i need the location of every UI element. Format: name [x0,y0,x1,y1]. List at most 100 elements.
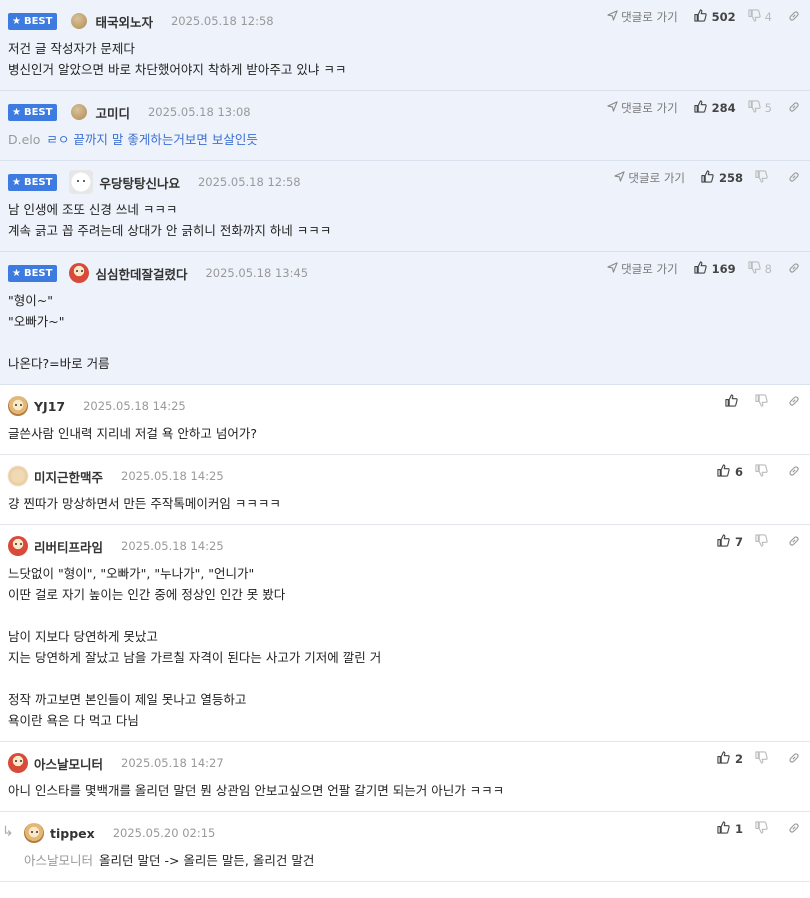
nickname[interactable]: YJ17 [34,399,65,414]
share-link-button[interactable] [788,752,800,767]
comment-actions: 7 [717,534,800,550]
avatar[interactable] [24,823,44,843]
downvote-button[interactable]: 4 [748,9,772,25]
best-comment: ★ BEST 심심한데잘걸렸다 2025.05.18 13:45 댓글로 가기 169 8 "… [0,252,810,385]
comment-body: 아스날모니터 올리던 말던 -> 올리든 말든, 올리건 말건 [24,844,802,881]
thumbs-down-icon [748,261,765,277]
downvote-count: 4 [764,10,772,24]
upvote-button[interactable] [725,394,743,410]
thumbs-down-icon [755,464,772,480]
mention[interactable]: 아스날모니터 [24,853,93,868]
upvote-button[interactable]: 169 [694,261,736,277]
thumbs-up-icon [717,534,735,550]
comment-line: 느닷없이 "형이", "오빠가", "누나가", "언니가" [8,563,802,584]
link-icon [788,535,800,550]
nickname[interactable]: 리버티프라임 [34,537,103,556]
share-link-button[interactable] [788,535,800,550]
send-icon [607,101,621,115]
go-to-comment-label: 댓글로 가기 [628,171,685,185]
link-icon [788,395,800,410]
comment-actions: 댓글로 가기 284 5 [607,100,800,116]
upvote-button[interactable]: 6 [717,464,743,480]
comment-actions: 6 [717,464,800,480]
upvote-button[interactable]: 2 [717,751,743,767]
nickname[interactable]: tippex [50,826,95,841]
downvote-button[interactable] [755,464,772,480]
share-link-button[interactable] [788,101,800,116]
thumbs-up-icon [717,464,735,480]
comment-date: 2025.05.18 14:25 [83,399,186,413]
comment-line: 남 인생에 조또 신경 쓰네 ㅋㅋㅋ [8,199,802,220]
comment-actions: 1 [717,821,800,837]
downvote-count: 5 [764,101,772,115]
downvote-button[interactable]: 8 [748,261,772,277]
downvote-button[interactable] [755,821,772,837]
nickname[interactable]: 아스날모니터 [34,754,103,773]
upvote-button[interactable]: 7 [717,534,743,550]
comment-actions: 댓글로 가기 169 8 [607,261,800,277]
comment-header: 아스날모니터 2025.05.18 14:27 [8,752,802,774]
avatar[interactable] [8,753,28,773]
comment-line: 정작 까고보면 본인들이 제일 못나고 열등하고 [8,689,802,710]
downvote-button[interactable] [755,170,772,186]
thumbs-up-icon [694,9,712,25]
share-link-button[interactable] [788,10,800,25]
nickname[interactable]: 태국외노자 [95,12,153,31]
comment: 아스날모니터 2025.05.18 14:27 2 아니 인스타를 몇백개를 올리던 … [0,742,810,812]
avatar[interactable] [71,104,88,120]
thumbs-down-icon [755,170,772,186]
thumbs-down-icon [755,394,772,410]
avatar[interactable] [71,13,88,29]
comment-line [8,668,802,689]
comment-text: 올리던 말던 -> 올리든 말든, 올리건 말건 [99,853,315,868]
go-to-comment-link[interactable]: 댓글로 가기 [607,100,678,116]
nickname[interactable]: 고미디 [95,103,130,122]
upvote-count: 1 [734,822,743,836]
nickname[interactable]: 우당탕탕신나요 [99,173,180,192]
comment-header: 미지근한맥주 2025.05.18 14:25 [8,465,802,487]
upvote-button[interactable]: 284 [694,100,736,116]
best-comment: ★ BEST 고미디 2025.05.18 13:08 댓글로 가기 284 5 D.elo ㄹ… [0,91,810,161]
share-link-button[interactable] [788,822,800,837]
avatar[interactable] [8,396,28,416]
downvote-button[interactable]: 5 [748,100,772,116]
downvote-button[interactable] [755,394,772,410]
comment: 리버티프라임 2025.05.18 14:25 7 느닷없이 "형이", "오빠가",… [0,525,810,742]
star-icon: ★ [12,176,21,188]
go-to-comment-link[interactable]: 댓글로 가기 [607,9,678,25]
comment-header: YJ17 2025.05.18 14:25 [8,395,802,417]
downvote-button[interactable] [755,751,772,767]
comment-body: 저건 글 작성자가 문제다 병신인거 알았으면 바로 차단했어야지 착하게 받아주… [8,32,802,90]
comment-header: 리버티프라임 2025.05.18 14:25 [8,535,802,557]
best-badge-label: BEST [23,176,53,188]
upvote-button[interactable]: 1 [717,821,743,837]
avatar[interactable] [69,263,90,283]
share-link-button[interactable] [788,465,800,480]
go-to-comment-link[interactable]: 댓글로 가기 [614,170,685,186]
downvote-button[interactable] [755,534,772,550]
share-link-button[interactable] [788,171,800,186]
go-to-comment-link[interactable]: 댓글로 가기 [607,261,678,277]
nickname[interactable]: 미지근한맥주 [34,467,103,486]
avatar[interactable] [8,466,28,486]
best-badge-label: BEST [23,267,53,279]
avatar[interactable] [69,170,94,194]
comment-actions: 댓글로 가기 258 [614,170,800,186]
upvote-count: 284 [711,101,736,115]
upvote-count: 6 [734,465,743,479]
share-link-button[interactable] [788,395,800,410]
comment-line: 욕이란 욕은 다 먹고 다님 [8,710,802,731]
share-link-button[interactable] [788,262,800,277]
comment-line [8,332,802,353]
comment-header: tippex 2025.05.20 02:15 [24,822,802,844]
upvote-button[interactable]: 502 [694,9,736,25]
comment-line: 계속 긁고 꼽 주려는데 상대가 안 긁히니 전화까지 하네 ㅋㅋㅋ [8,220,802,241]
upvote-button[interactable]: 258 [701,170,743,186]
comment-text: 저건 글 작성자가 문제다 [8,41,135,56]
avatar[interactable] [8,536,28,556]
comment-date: 2025.05.20 02:15 [112,826,216,840]
nickname[interactable]: 심심한데잘걸렸다 [95,264,187,283]
mention[interactable]: D.elo [8,132,40,147]
comment-text: "형이~" [8,293,53,308]
reply-comment: ↳ tippex 2025.05.20 02:15 1 아스날모니터 올리던 말던 -> … [0,812,810,882]
